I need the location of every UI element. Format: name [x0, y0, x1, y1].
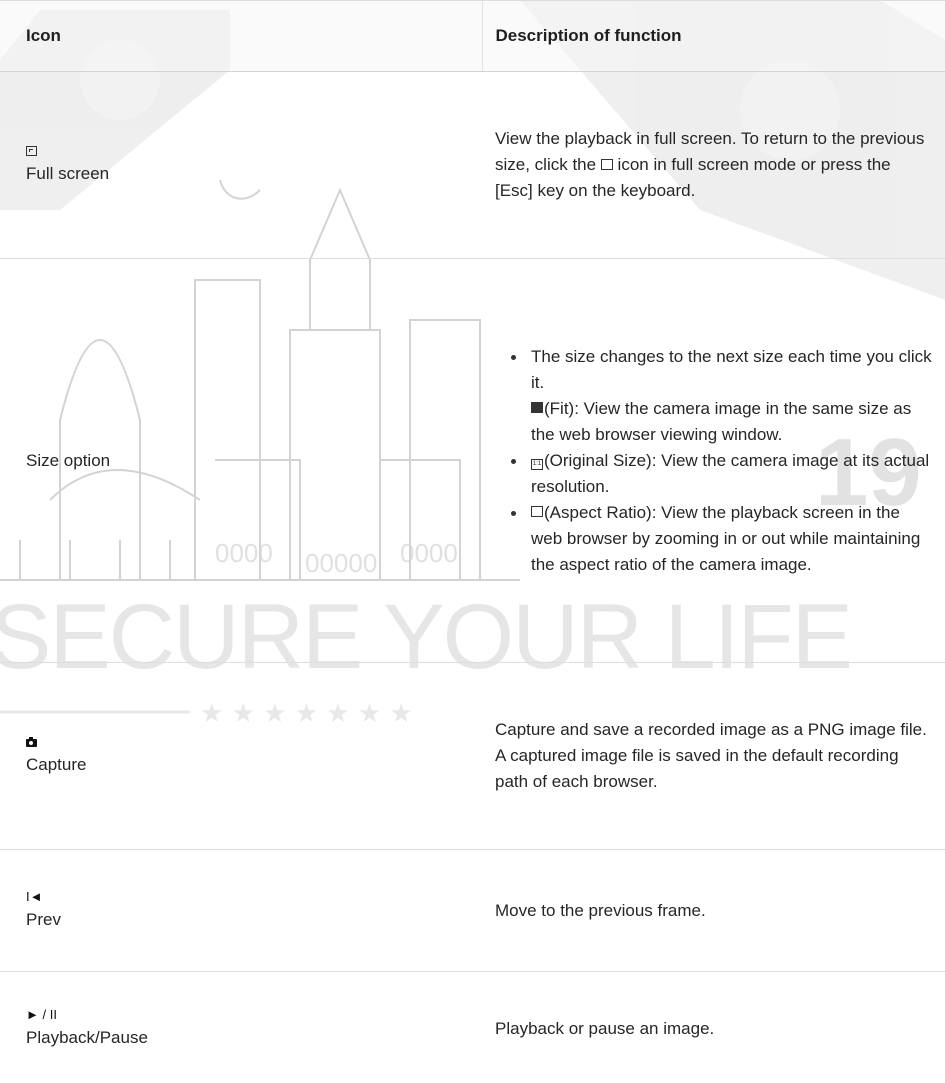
prev-description: Move to the previous frame. — [482, 849, 945, 972]
capture-label: Capture — [26, 755, 87, 774]
list-item: 1:1 (Original Size): View the camera imag… — [511, 448, 933, 500]
aspect-ratio-icon — [531, 505, 543, 517]
icon-cell-capture: Capture — [0, 662, 482, 850]
camera-icon[interactable] — [26, 734, 482, 752]
icon-cell-play-pause: ► / II Playback/Pause — [0, 971, 482, 1083]
icon-cell-size-option: Size option — [0, 258, 482, 663]
table-row: Capture Capture and save a recorded imag… — [0, 662, 945, 850]
table-header-row: Icon Description of function — [0, 0, 945, 72]
table-row: ► / II Playback/Pause Playback or pause … — [0, 971, 945, 1083]
capture-description: Capture and save a recorded image as a P… — [482, 662, 945, 850]
icon-cell-prev: I◄ Prev — [0, 849, 482, 972]
column-header-description: Description of function — [481, 0, 945, 72]
fit-icon — [531, 401, 543, 413]
full-screen-description: View the playback in full screen. To ret… — [482, 71, 945, 259]
list-item: (Aspect Ratio): View the playback screen… — [511, 500, 933, 578]
table-row: Size option The size changes to the next… — [0, 258, 945, 663]
original-size-icon: 1:1 — [531, 458, 543, 470]
play-pause-description: Playback or pause an image. — [482, 971, 945, 1083]
list-item: The size changes to the next size each t… — [511, 344, 933, 448]
aspect-ratio-description: (Aspect Ratio): View the playback screen… — [531, 502, 921, 574]
full-screen-inline-icon — [600, 159, 613, 170]
size-option-label: Size option — [26, 450, 111, 470]
column-header-icon: Icon — [0, 0, 482, 72]
play-pause-label: Playback/Pause — [26, 1027, 148, 1047]
prev-frame-icon[interactable]: I◄ — [26, 889, 482, 907]
function-table-container: Icon Description of function Full screen… — [0, 0, 945, 1083]
icon-function-table: Icon Description of function Full screen… — [0, 0, 945, 1083]
full-screen-icon[interactable] — [26, 143, 482, 161]
play-pause-icon[interactable]: ► / II — [26, 1007, 482, 1025]
original-size-description: (Original Size): View the camera image a… — [531, 450, 930, 496]
size-option-description: The size changes to the next size each t… — [482, 258, 945, 663]
full-screen-label: Full screen — [26, 164, 110, 183]
icon-cell-full-screen: Full screen — [0, 71, 482, 259]
table-row: Full screen View the playback in full sc… — [0, 71, 945, 259]
fit-description: (Fit): View the camera image in the same… — [531, 398, 912, 444]
size-option-list: The size changes to the next size each t… — [495, 344, 933, 578]
table-row: I◄ Prev Move to the previous frame. — [0, 849, 945, 972]
size-option-bullet1-text: The size changes to the next size each t… — [531, 346, 932, 392]
prev-label: Prev — [26, 909, 61, 929]
